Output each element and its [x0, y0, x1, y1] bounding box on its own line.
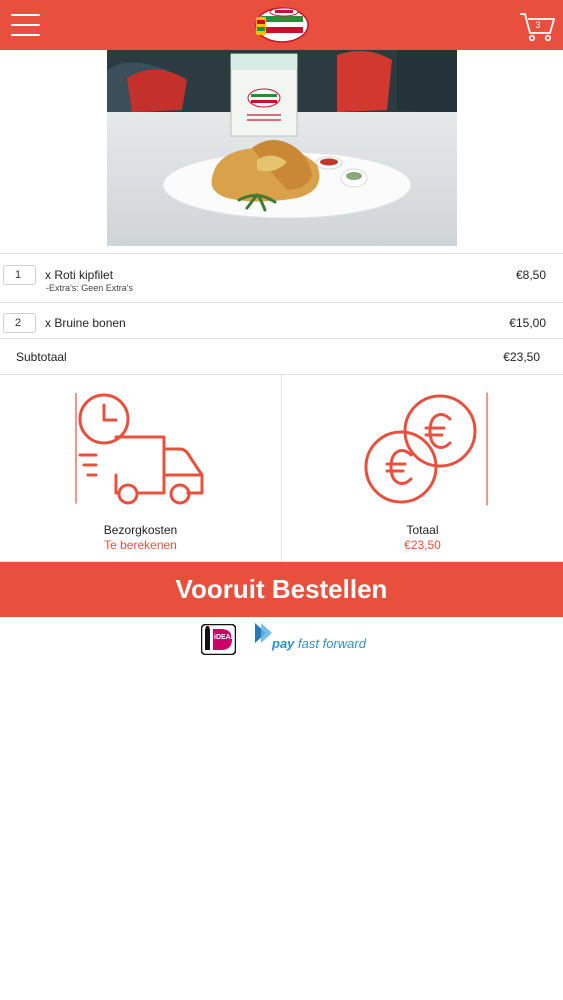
hamburger-menu-icon[interactable]: [11, 13, 40, 37]
jennys-logo[interactable]: [253, 5, 309, 45]
delivery-cost-value: Te berekenen: [104, 538, 177, 552]
total-value: €23,50: [404, 538, 441, 552]
quantity-field[interactable]: 1: [3, 265, 36, 285]
delivery-cost-label: Bezorgkosten: [103, 523, 178, 537]
pay-fast-forward-logo: pay fast forward: [252, 621, 372, 657]
ideal-logo: iDEAL: [200, 623, 237, 656]
euro-coins-icon: [364, 392, 488, 506]
total-label: Totaal: [406, 523, 439, 537]
divider: [0, 338, 563, 339]
subtotal-value: €23,50: [503, 350, 540, 364]
quantity-field[interactable]: 2: [3, 313, 36, 333]
divider: [0, 302, 563, 303]
product-photo: [107, 50, 457, 246]
cart-count-badge: 3: [535, 20, 541, 30]
delivery-cost-panel: Bezorgkosten Te berekenen: [0, 375, 281, 561]
divider: [0, 253, 563, 254]
total-panel: Totaal €23,50: [282, 375, 563, 561]
item-name: x Bruine bonen: [45, 316, 126, 330]
subtotal-label: Subtotaal: [16, 350, 67, 364]
item-name: x Roti kipfilet: [45, 268, 114, 282]
item-extras: -Extra's: Geen Extra's: [46, 283, 133, 293]
top-bar: 3: [0, 0, 563, 50]
pay-fast-forward-text: pay fast forward: [272, 636, 366, 651]
item-price: €8,50: [515, 268, 546, 282]
order-ahead-button[interactable]: Vooruit Bestellen: [0, 562, 563, 617]
item-price: €15,00: [509, 316, 546, 330]
shopping-cart-icon[interactable]: 3: [519, 11, 557, 43]
ideal-text: iDEAL: [214, 634, 235, 641]
delivery-truck-clock-icon: [75, 393, 204, 505]
